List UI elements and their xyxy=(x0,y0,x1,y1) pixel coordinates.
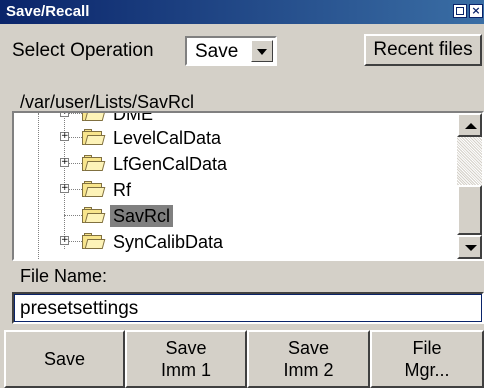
expand-icon[interactable]: + xyxy=(60,113,69,117)
arrow-up-icon[interactable] xyxy=(457,113,482,137)
save-button[interactable]: Save xyxy=(4,330,125,388)
directory-tree[interactable]: + DME + LevelCalData + LfGenCalData + Rf… xyxy=(12,111,484,261)
file-manager-button[interactable]: File Mgr... xyxy=(370,330,484,388)
tree-scrollbar[interactable] xyxy=(457,113,482,259)
folder-icon xyxy=(82,129,106,145)
chevron-down-icon[interactable] xyxy=(251,40,273,62)
save-imm1-button[interactable]: Save Imm 1 xyxy=(125,330,247,388)
folder-icon xyxy=(82,155,106,171)
save-imm2-label-line2: Imm 2 xyxy=(283,360,334,380)
operation-select-value: Save xyxy=(195,41,239,62)
current-path: /var/user/Lists/SavRcl xyxy=(20,92,195,112)
window-title: Save/Recall xyxy=(6,3,90,20)
tree-item-lfgencaldata[interactable]: + LfGenCalData xyxy=(14,151,454,177)
operation-select[interactable]: Save xyxy=(185,36,277,66)
tree-item-label: LfGenCalData xyxy=(113,154,228,174)
select-operation-label: Select Operation xyxy=(12,40,154,61)
save-imm1-label-line1: Save xyxy=(165,338,207,358)
tree-item-label: LevelCalData xyxy=(113,128,222,148)
recent-files-button[interactable]: Recent files xyxy=(364,34,482,66)
tree-item-label: SynCalibData xyxy=(113,232,224,252)
expand-icon[interactable]: + xyxy=(60,158,69,167)
expand-icon[interactable]: + xyxy=(60,132,69,141)
save-imm2-label-line1: Save xyxy=(287,338,330,358)
arrow-down-icon[interactable] xyxy=(457,235,482,259)
restore-window-button[interactable] xyxy=(453,4,467,18)
scrollbar-thumb[interactable] xyxy=(457,185,482,235)
folder-icon xyxy=(82,113,106,121)
file-manager-label-line1: File xyxy=(412,338,442,358)
close-window-button[interactable]: × xyxy=(469,4,483,18)
expand-icon[interactable]: + xyxy=(60,236,69,245)
save-imm2-button[interactable]: Save Imm 2 xyxy=(247,330,370,388)
save-button-label: Save xyxy=(43,349,86,369)
tree-item-levelcaldata[interactable]: + LevelCalData xyxy=(14,125,454,151)
tree-item-label: DME xyxy=(113,111,153,124)
tree-item-label: SavRcl xyxy=(110,205,174,227)
tree-item-label: Rf xyxy=(113,180,131,200)
folder-icon xyxy=(82,181,106,197)
expand-icon[interactable]: + xyxy=(60,184,69,193)
file-name-value: presetsettings xyxy=(20,298,139,319)
folder-icon xyxy=(82,207,106,223)
file-manager-label-line2: Mgr... xyxy=(404,360,450,380)
tree-item-rf[interactable]: + Rf xyxy=(14,177,454,203)
tree-item-savrcl[interactable]: SavRcl xyxy=(14,203,454,229)
file-name-input[interactable]: presetsettings xyxy=(12,292,484,324)
file-name-label: File Name: xyxy=(20,266,108,286)
folder-icon xyxy=(82,233,106,249)
tree-item-syncalibdata[interactable]: + SynCalibData xyxy=(14,229,454,255)
save-imm1-label-line2: Imm 1 xyxy=(160,360,211,380)
